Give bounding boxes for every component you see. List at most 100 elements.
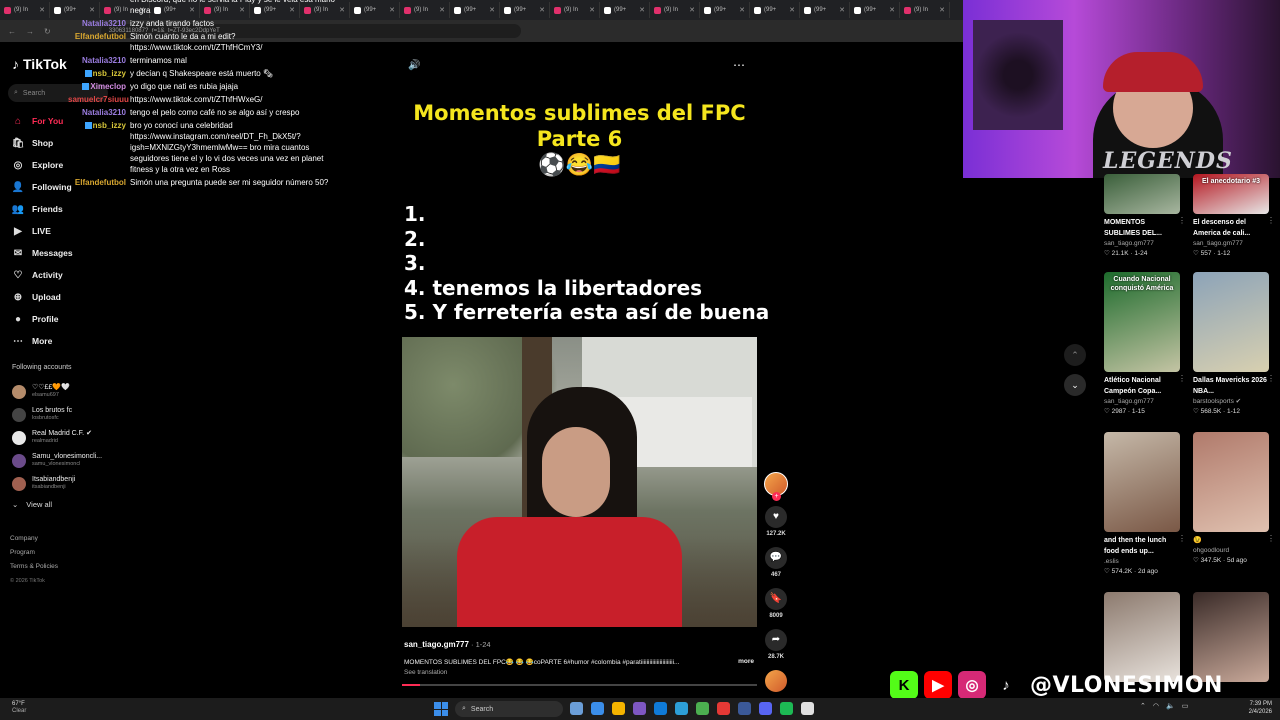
footer-link-program[interactable]: Program bbox=[10, 546, 58, 560]
taskbar-search[interactable]: ⌕ Search bbox=[455, 701, 563, 717]
suggested-video-author[interactable]: san_tiago.gm777 bbox=[1104, 239, 1180, 249]
close-icon[interactable]: ✕ bbox=[389, 6, 395, 14]
browser-tab[interactable]: (99+ ✕ bbox=[450, 2, 500, 18]
close-icon[interactable]: ✕ bbox=[689, 6, 695, 14]
browser-tab[interactable]: (99+ ✕ bbox=[350, 2, 400, 18]
sidebar-item-profile[interactable]: ● Profile bbox=[12, 308, 73, 330]
taskbar-app-icon[interactable] bbox=[738, 702, 751, 715]
sidebar-item-friends[interactable]: 👥 Friends bbox=[12, 198, 73, 220]
battery-icon[interactable]: ▭ bbox=[1182, 702, 1189, 710]
taskbar-app-icon[interactable] bbox=[759, 702, 772, 715]
suggested-video-author[interactable]: san_tiago.gm777 bbox=[1193, 239, 1269, 249]
kebab-menu-icon[interactable]: ⋮ bbox=[1178, 216, 1186, 225]
suggested-video-author[interactable]: .eslis bbox=[1104, 557, 1180, 567]
video-thumbnail[interactable] bbox=[1193, 432, 1269, 532]
close-icon[interactable]: ✕ bbox=[589, 6, 595, 14]
video-frame[interactable] bbox=[402, 337, 757, 627]
video-thumbnail[interactable] bbox=[1193, 272, 1269, 372]
footer-link-terms[interactable]: Terms & Policies bbox=[10, 560, 58, 574]
kebab-menu-icon[interactable]: ⋮ bbox=[1178, 534, 1186, 543]
suggested-video-author[interactable]: san_tiago.gm777 bbox=[1104, 397, 1180, 407]
see-translation-link[interactable]: See translation bbox=[404, 669, 754, 676]
video-thumbnail[interactable] bbox=[1104, 174, 1180, 214]
wifi-icon[interactable]: ◠ bbox=[1153, 702, 1159, 710]
volume-icon[interactable]: 🔊 bbox=[408, 60, 420, 71]
taskbar-app-icon[interactable] bbox=[780, 702, 793, 715]
video-author[interactable]: san_tiago.gm777 bbox=[404, 640, 469, 649]
close-icon[interactable]: ✕ bbox=[39, 6, 45, 14]
video-thumbnail[interactable]: El anecdotario #3 bbox=[1193, 174, 1269, 214]
forward-icon[interactable]: → bbox=[26, 27, 34, 36]
suggested-video-card[interactable]: El anecdotario #3 El descenso del America… bbox=[1193, 174, 1275, 259]
close-icon[interactable]: ✕ bbox=[539, 6, 545, 14]
kebab-menu-icon[interactable]: ⋮ bbox=[1267, 534, 1275, 543]
browser-tab[interactable]: (9) In ✕ bbox=[900, 2, 950, 18]
like-button[interactable]: ♥ 127.2K bbox=[764, 506, 788, 537]
sidebar-item-activity[interactable]: ♡ Activity bbox=[12, 264, 73, 286]
close-icon[interactable]: ✕ bbox=[939, 6, 945, 14]
suggested-video-author[interactable]: ohgoodlourd bbox=[1193, 546, 1269, 556]
footer-link-company[interactable]: Company bbox=[10, 532, 58, 546]
creator-avatar[interactable]: + bbox=[764, 472, 788, 501]
suggested-video-author[interactable]: barstoolsports ✔ bbox=[1193, 397, 1269, 407]
kebab-menu-icon[interactable]: ⋮ bbox=[1178, 374, 1186, 383]
previous-video-button[interactable]: ⌃ bbox=[1064, 344, 1086, 366]
share-button[interactable]: ➦ 28.7K bbox=[764, 629, 788, 660]
following-account[interactable]: Itsabiandbenji itsabiandbenji bbox=[12, 472, 102, 495]
sidebar-item-live[interactable]: ▶ LIVE bbox=[12, 220, 73, 242]
taskbar-app-icon[interactable] bbox=[612, 702, 625, 715]
start-button[interactable] bbox=[434, 702, 448, 716]
taskbar-app-icon[interactable] bbox=[633, 702, 646, 715]
taskbar-app-icon[interactable] bbox=[570, 702, 583, 715]
following-account[interactable]: ♡♡££🧡🤍 elsamu697 bbox=[12, 380, 102, 403]
browser-tab[interactable]: (99+ ✕ bbox=[500, 2, 550, 18]
close-icon[interactable]: ✕ bbox=[789, 6, 795, 14]
browser-tab[interactable]: (99+ ✕ bbox=[850, 2, 900, 18]
back-icon[interactable]: ← bbox=[8, 27, 16, 36]
browser-tab[interactable]: (99+ ✕ bbox=[600, 2, 650, 18]
music-disc[interactable] bbox=[764, 670, 788, 692]
taskbar-app-icon[interactable] bbox=[801, 702, 814, 715]
browser-tab[interactable]: (9) In ✕ bbox=[400, 2, 450, 18]
suggested-video-card[interactable]: MOMENTOS SUBLIMES DEL... san_tiago.gm777 ♡… bbox=[1104, 174, 1186, 259]
sidebar-item-messages[interactable]: ✉ Messages bbox=[12, 242, 73, 264]
browser-tab[interactable]: (99+ ✕ bbox=[750, 2, 800, 18]
weather-widget[interactable]: 67°F Clear bbox=[12, 701, 26, 715]
kebab-menu-icon[interactable]: ⋮ bbox=[1267, 374, 1275, 383]
sidebar-item-explore[interactable]: ◎ Explore bbox=[12, 154, 73, 176]
view-all-link[interactable]: ⌄ View all bbox=[12, 500, 52, 509]
kebab-menu-icon[interactable]: ⋮ bbox=[1267, 216, 1275, 225]
taskbar-app-icon[interactable] bbox=[654, 702, 667, 715]
reload-icon[interactable]: ↻ bbox=[44, 27, 51, 36]
close-icon[interactable]: ✕ bbox=[889, 6, 895, 14]
suggested-video-card[interactable]: Cuando Nacional conquistó América Atlétic… bbox=[1104, 272, 1186, 417]
close-icon[interactable]: ✕ bbox=[339, 6, 345, 14]
close-icon[interactable]: ✕ bbox=[439, 6, 445, 14]
following-account[interactable]: Samu_vlonesimoncli... samu_vlonesimoncl bbox=[12, 449, 102, 472]
taskbar-app-icon[interactable] bbox=[675, 702, 688, 715]
suggested-video-card[interactable]: Dallas Mavericks 2026 NBA... barstoolspor… bbox=[1193, 272, 1275, 417]
video-thumbnail[interactable]: Cuando Nacional conquistó América bbox=[1104, 272, 1180, 372]
browser-tab[interactable]: (9) In ✕ bbox=[650, 2, 700, 18]
save-button[interactable]: 🔖 8009 bbox=[764, 588, 788, 619]
clock[interactable]: 7:39 PM 2/4/2026 bbox=[1238, 700, 1272, 716]
video-progress-bar[interactable] bbox=[402, 684, 757, 686]
follow-plus-icon[interactable]: + bbox=[772, 492, 781, 501]
taskbar-app-icon[interactable] bbox=[717, 702, 730, 715]
following-account[interactable]: Real Madrid C.F. ✔ realmadrid bbox=[12, 426, 102, 449]
browser-tab[interactable]: (99+ ✕ bbox=[700, 2, 750, 18]
close-icon[interactable]: ✕ bbox=[639, 6, 645, 14]
sidebar-item-more[interactable]: ⋯ More bbox=[12, 330, 73, 352]
taskbar-app-icon[interactable] bbox=[696, 702, 709, 715]
close-icon[interactable]: ✕ bbox=[739, 6, 745, 14]
browser-tab[interactable]: (9) In ✕ bbox=[0, 2, 50, 18]
next-video-button[interactable]: ⌄ bbox=[1064, 374, 1086, 396]
browser-tab[interactable]: (9) In ✕ bbox=[550, 2, 600, 18]
sidebar-item-upload[interactable]: ⊕ Upload bbox=[12, 286, 73, 308]
sidebar-item-for-you[interactable]: ⌂ For You bbox=[12, 110, 73, 132]
taskbar-app-icon[interactable] bbox=[591, 702, 604, 715]
close-icon[interactable]: ✕ bbox=[489, 6, 495, 14]
video-thumbnail[interactable] bbox=[1104, 432, 1180, 532]
suggested-video-card[interactable]: 😉 ohgoodlourd ♡ 347.5K · 5d ago ⋮ bbox=[1193, 432, 1275, 566]
more-link[interactable]: more bbox=[738, 658, 754, 666]
